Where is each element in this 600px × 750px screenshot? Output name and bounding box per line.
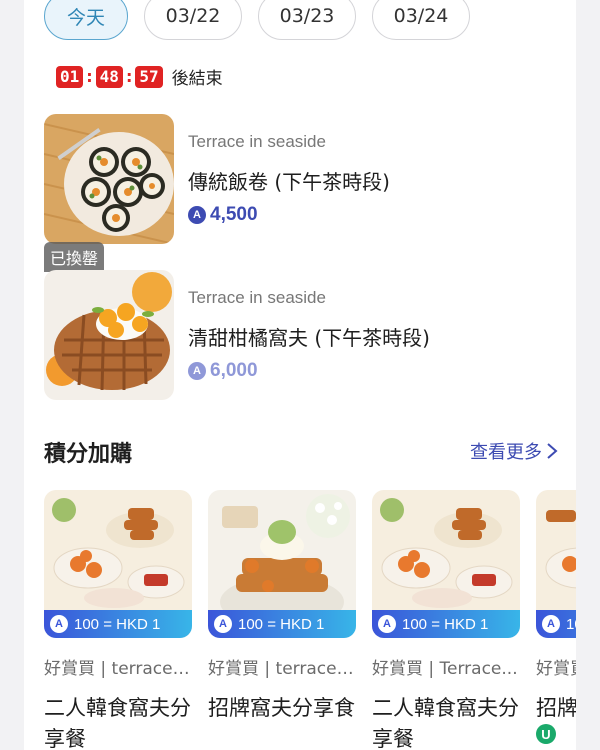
reward-merchant: Terrace in seaside — [188, 288, 326, 307]
points-icon: A — [188, 206, 206, 224]
watermark-logo: U — [536, 724, 556, 744]
card-title: 招牌窩夫分享食 — [208, 696, 355, 720]
view-more-link[interactable]: 查看更多 — [470, 438, 558, 464]
date-tab-0322[interactable]: 03/22 — [144, 0, 242, 40]
date-tab-0323[interactable]: 03/23 — [258, 0, 356, 40]
reward-points: A 6,000 — [188, 360, 258, 382]
product-image-waffle-set: A 10 — [536, 490, 576, 638]
points-icon: A — [50, 615, 68, 633]
product-card[interactable]: A 100 = HKD 1 好賞買 | terrace ... 二人韓食窩夫分享… — [44, 490, 192, 750]
countdown-separator: : — [125, 67, 133, 86]
countdown-timer: 01 : 48 : 57 後結束 — [56, 64, 223, 89]
date-tab-0324[interactable]: 03/24 — [372, 0, 470, 40]
points-purchase-cards: A 100 = HKD 1 好賞買 | terrace ... 二人韓食窩夫分享… — [44, 490, 576, 750]
reward-points-value: 6,000 — [210, 360, 258, 381]
reward-title: 傳統飯卷 (下午茶時段) — [188, 170, 390, 194]
points-rate-badge: A 10 — [536, 610, 576, 638]
points-rate-badge: A 100 = HKD 1 — [208, 610, 356, 638]
chevron-right-icon — [547, 443, 558, 459]
countdown-suffix: 後結束 — [171, 69, 223, 89]
card-title: 二人韓食窩夫分享餐 — [372, 696, 519, 750]
countdown-seconds: 57 — [135, 65, 163, 88]
countdown-hours: 01 — [56, 65, 84, 88]
card-title: 招牌食 — [536, 696, 576, 720]
points-icon: A — [214, 615, 232, 633]
card-merchant: 好賞買 — [536, 659, 576, 679]
product-image-signature-waffle: A 100 = HKD 1 — [208, 490, 356, 638]
points-rate-badge: A 100 = HKD 1 — [372, 610, 520, 638]
product-card[interactable]: A 10 好賞買 招牌食 — [536, 490, 576, 750]
reward-points-value: 4,500 — [210, 204, 258, 225]
card-title: 二人韓食窩夫分享餐 — [44, 696, 191, 750]
date-tab-today[interactable]: 今天 — [44, 0, 128, 40]
points-icon: A — [378, 615, 396, 633]
reward-title: 清甜柑橘窩夫 (下午茶時段) — [188, 326, 430, 350]
countdown-minutes: 48 — [95, 65, 123, 88]
reward-points: A 4,500 — [188, 204, 258, 226]
view-more-label: 查看更多 — [470, 442, 542, 463]
sold-out-badge: 已換罄 — [44, 242, 105, 272]
points-icon: A — [542, 615, 560, 633]
points-rate-badge: A 100 = HKD 1 — [44, 610, 192, 638]
reward-item[interactable]: Terrace in seaside 傳統飯卷 (下午茶時段) A 4,500 — [44, 114, 564, 246]
reward-merchant: Terrace in seaside — [188, 132, 326, 151]
points-rate-text: 10 — [566, 615, 576, 633]
reward-item[interactable]: 已換罄 Terrace in seaside 清甜柑橘窩夫 (下午茶時段) A … — [44, 242, 564, 402]
product-image-waffle-set: A 100 = HKD 1 — [372, 490, 520, 638]
product-card[interactable]: A 100 = HKD 1 好賞買 | terrace ... 招牌窩夫分享食 — [208, 490, 356, 750]
card-merchant: 好賞買 | terrace ... — [44, 659, 192, 679]
section-title: 積分加購 — [44, 442, 133, 467]
reward-image-kimbap — [44, 114, 174, 244]
points-rate-text: 100 = HKD 1 — [402, 615, 489, 633]
date-tabs: 今天 03/22 03/23 03/24 — [44, 0, 470, 40]
reward-image-waffle — [44, 270, 174, 400]
points-icon: A — [188, 362, 206, 380]
card-merchant: 好賞買 | Terrace... — [372, 659, 518, 679]
product-card[interactable]: A 100 = HKD 1 好賞買 | Terrace... 二人韓食窩夫分享餐 — [372, 490, 520, 750]
countdown-separator: : — [86, 67, 93, 86]
product-image-waffle-set: A 100 = HKD 1 — [44, 490, 192, 638]
rewards-panel: 今天 03/22 03/23 03/24 01 : 48 : 57 後結束 Te… — [24, 0, 576, 750]
points-rate-text: 100 = HKD 1 — [74, 615, 161, 633]
card-merchant: 好賞買 | terrace ... — [208, 659, 356, 679]
points-rate-text: 100 = HKD 1 — [238, 615, 325, 633]
